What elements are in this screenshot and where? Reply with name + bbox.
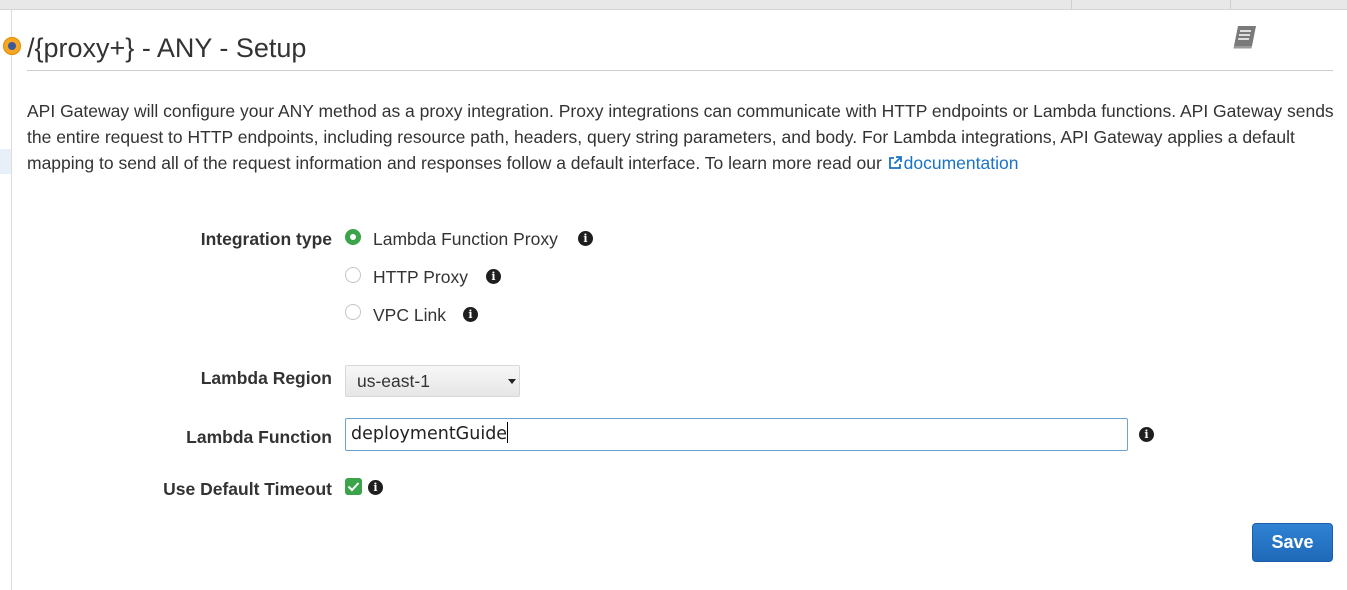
radio-label-lambda-function-proxy[interactable]: Lambda Function Proxy [373,229,558,250]
documentation-link[interactable]: documentation [887,153,1019,173]
left-rail-divider [11,10,12,590]
title-divider [27,70,1333,71]
setup-description: API Gateway will configure your ANY meth… [27,98,1337,176]
default-timeout-checkbox[interactable] [345,478,362,495]
chevron-down-icon [508,379,516,384]
text-caret [507,422,509,443]
left-panel-tab[interactable] [0,149,11,174]
toolbar-divider [1230,0,1231,9]
lambda-region-value: us-east-1 [357,371,430,391]
radio-label-vpc-link[interactable]: VPC Link [373,305,446,326]
info-icon[interactable]: i [486,269,501,284]
description-text: API Gateway will configure your ANY meth… [27,101,1334,173]
info-icon[interactable]: i [1139,427,1154,442]
integration-type-label: Integration type [200,229,332,249]
external-link-icon [888,156,902,169]
info-icon[interactable]: i [368,480,383,495]
radio-vpc-link[interactable] [345,304,361,320]
lambda-function-value: deploymentGuide [351,424,508,444]
radio-http-proxy[interactable] [345,267,361,283]
top-toolbar-strip [0,0,1347,10]
save-button[interactable]: Save [1252,523,1333,562]
lambda-function-input[interactable]: deploymentGuide [345,418,1128,451]
documentation-link-label: documentation [903,153,1019,173]
lambda-region-select[interactable]: us-east-1 [345,365,520,397]
page-title: /{proxy+} - ANY - Setup [27,33,307,63]
radio-lambda-function-proxy[interactable] [345,229,361,245]
default-timeout-label: Use Default Timeout [163,479,332,499]
method-status-icon [3,37,21,55]
checkmark-icon [347,482,360,492]
info-icon[interactable]: i [578,231,593,246]
lambda-function-label: Lambda Function [186,427,332,447]
lambda-region-label: Lambda Region [200,368,332,388]
book-icon[interactable] [1230,24,1260,50]
toolbar-divider [1071,0,1072,9]
info-icon[interactable]: i [463,307,478,322]
radio-label-http-proxy[interactable]: HTTP Proxy [373,267,468,288]
